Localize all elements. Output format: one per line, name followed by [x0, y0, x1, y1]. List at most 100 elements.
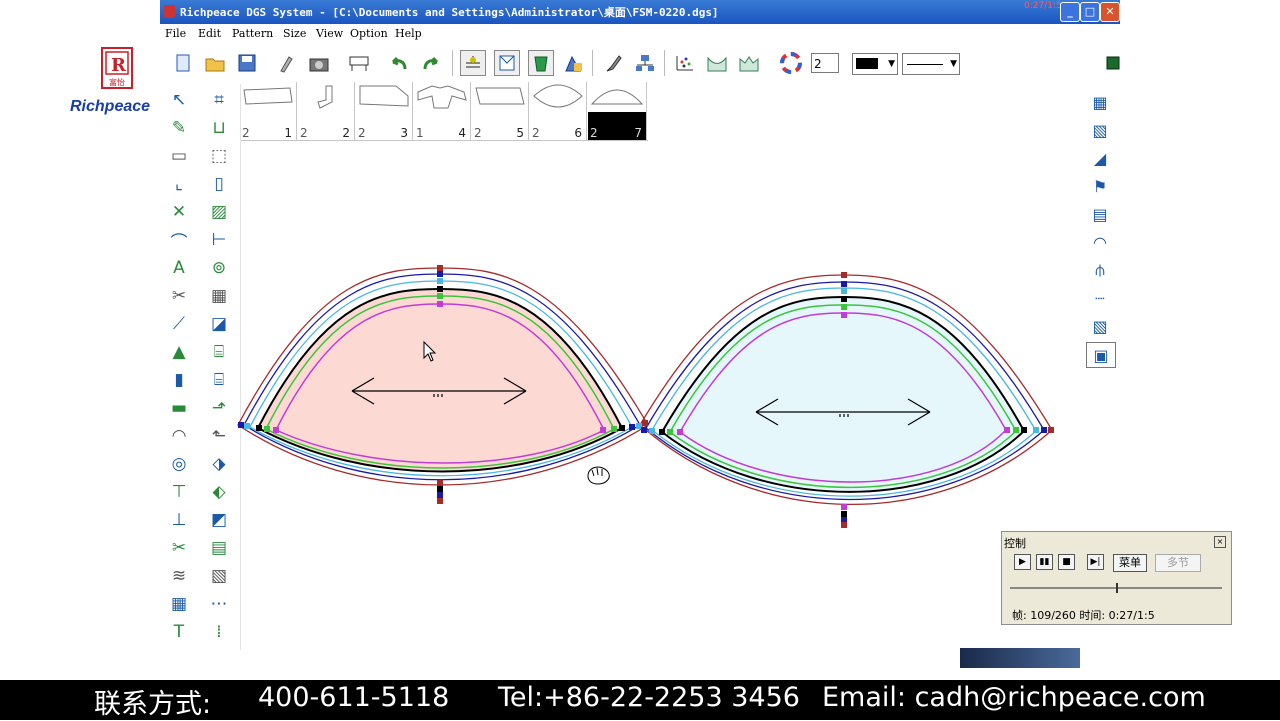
select-icon[interactable]: ↖ [166, 88, 192, 112]
menu-view[interactable]: View [316, 27, 343, 40]
stitch-icon[interactable]: ≋ [166, 564, 192, 588]
digitizer-icon[interactable] [272, 50, 298, 76]
pause-button[interactable]: ▮▮ [1036, 554, 1053, 570]
menu-edit[interactable]: Edit [198, 27, 221, 40]
piece-thumb[interactable]: 14 [414, 82, 471, 140]
grid-icon[interactable]: ▦ [206, 284, 232, 308]
edit-piece-icon[interactable]: ▧ [206, 564, 232, 588]
scissors-icon[interactable]: ✂ [166, 536, 192, 560]
grade-points-icon[interactable] [672, 50, 698, 76]
menu-size[interactable]: Size [283, 27, 306, 40]
rectangle-icon[interactable]: ▭ [166, 144, 192, 168]
spiral-icon[interactable]: ◎ [166, 452, 192, 476]
show-piece-icon[interactable] [494, 50, 520, 76]
show-grain-icon[interactable] [460, 50, 486, 76]
dotted-line-icon[interactable]: ┈ [1086, 286, 1114, 310]
fold-piece-icon[interactable] [736, 50, 762, 76]
close-icon[interactable]: × [1214, 536, 1226, 548]
undo-icon[interactable] [386, 50, 412, 76]
pattern-edit-icon[interactable]: ▧ [1086, 118, 1114, 142]
text-a-icon[interactable]: A [166, 256, 192, 280]
save-icon[interactable] [234, 50, 260, 76]
piece-thumb[interactable]: 25 [472, 82, 529, 140]
menu-button[interactable]: 菜单 [1113, 554, 1147, 572]
new-file-icon[interactable] [170, 50, 196, 76]
svg-text:R: R [111, 55, 127, 76]
ruler-icon[interactable]: ▬ [166, 396, 192, 420]
folder-stack-icon[interactable]: ▤ [1086, 202, 1114, 226]
piece-thumb[interactable]: 22 [298, 82, 355, 140]
piece-thumb[interactable]: 21 [240, 82, 297, 140]
seam-join-icon[interactable]: ⌒ [166, 228, 192, 253]
button-icon[interactable]: ⊚ [206, 256, 232, 280]
shoe-icon[interactable]: ◢ [1086, 146, 1114, 170]
pocket-icon[interactable]: ⊔ [206, 116, 232, 140]
corner-icon[interactable]: ⌞ [166, 172, 192, 196]
fold-icon[interactable]: ◪ [206, 312, 232, 336]
fill-piece-icon[interactable] [528, 50, 554, 76]
sewing-icon[interactable]: ⌸ [206, 340, 232, 364]
timeline-thumb[interactable] [1116, 583, 1118, 593]
flip-icon[interactable]: ⬗ [206, 452, 232, 476]
step-button[interactable]: 多节 [1155, 554, 1201, 572]
rainbow-icon[interactable]: ◠ [1086, 230, 1114, 254]
color-select[interactable]: ▼ [852, 53, 898, 75]
line-width-spinner[interactable]: 2 [811, 53, 839, 73]
grid-pattern-icon[interactable]: ▦ [166, 592, 192, 616]
menu-option[interactable]: Option [350, 27, 388, 40]
rotate-icon[interactable]: ◩ [206, 508, 232, 532]
pleat-icon[interactable]: ⬖ [206, 480, 232, 504]
move-point-icon[interactable]: ⌗ [206, 88, 232, 112]
machine-icon[interactable]: ⌸ [206, 368, 232, 392]
minimize-button[interactable]: _ [1060, 2, 1080, 22]
next-frame-button[interactable]: ▶| [1087, 554, 1104, 570]
grain-pair-icon[interactable]: ▮ [166, 368, 192, 392]
network-icon[interactable] [632, 50, 658, 76]
menu-pattern[interactable]: Pattern [232, 27, 273, 40]
cut-icon[interactable]: ✂ [166, 284, 192, 308]
shade-icon[interactable]: ▨ [206, 200, 232, 224]
tuck-icon[interactable]: ⬑ [206, 424, 232, 448]
plotter-icon[interactable] [346, 50, 372, 76]
open-folder-icon[interactable] [202, 50, 228, 76]
piece-thumb[interactable]: 26 [530, 82, 587, 140]
bag-icon[interactable]: ▲ [166, 340, 192, 364]
layers-icon[interactable]: ▧ [1086, 314, 1114, 338]
intersect-icon[interactable]: ✕ [166, 200, 192, 224]
flag-icon[interactable]: ⚑ [1086, 174, 1114, 198]
color-wheel-icon[interactable] [778, 50, 804, 76]
menu-file[interactable]: File [165, 27, 186, 40]
chip-icon[interactable] [1100, 50, 1126, 76]
dart-ext-icon[interactable]: ⬏ [206, 396, 232, 420]
camera-icon[interactable] [306, 50, 332, 76]
stop-button[interactable]: ■ [1058, 554, 1075, 570]
stack-pieces-icon[interactable]: ▦ [1086, 90, 1114, 114]
play-button[interactable]: ▶ [1014, 554, 1031, 570]
pen-icon[interactable]: ✎ [166, 116, 192, 140]
pattern-piece-left[interactable] [237, 267, 649, 486]
dart-icon[interactable]: ⬚ [206, 144, 232, 168]
piece-thumb-selected[interactable]: 27 [588, 82, 647, 140]
pin-icon[interactable]: ⊤ [166, 480, 192, 504]
width-icon[interactable]: ⊢ [206, 228, 232, 252]
mirror-piece-icon[interactable] [704, 50, 730, 76]
measure-icon[interactable]: ⟋ [166, 312, 192, 336]
maximize-button[interactable]: □ [1080, 2, 1100, 22]
close-button[interactable]: ✕ [1100, 2, 1120, 22]
piece-stack-icon[interactable] [560, 50, 586, 76]
brush-icon[interactable] [600, 50, 626, 76]
pattern-canvas[interactable] [236, 140, 1082, 680]
frame-icon[interactable]: ▣ [1086, 342, 1116, 368]
redo-icon[interactable] [418, 50, 444, 76]
pattern-scan-icon[interactable]: ⋯ [206, 592, 232, 616]
hill-icon[interactable]: ◠ [166, 424, 192, 448]
text-t-icon[interactable]: T [166, 620, 192, 644]
piece-thumb[interactable]: 23 [356, 82, 413, 140]
split-icon[interactable]: ▤ [206, 536, 232, 560]
dotted-border-icon[interactable]: ⁞ [206, 620, 232, 644]
menu-help[interactable]: Help [395, 27, 422, 40]
piece-shape-icon[interactable]: ▯ [206, 172, 232, 196]
nested-icon[interactable]: ⫛ [1086, 258, 1114, 282]
line-style-select[interactable]: ▼ [902, 53, 960, 75]
notch-icon[interactable]: ⊥ [166, 508, 192, 532]
